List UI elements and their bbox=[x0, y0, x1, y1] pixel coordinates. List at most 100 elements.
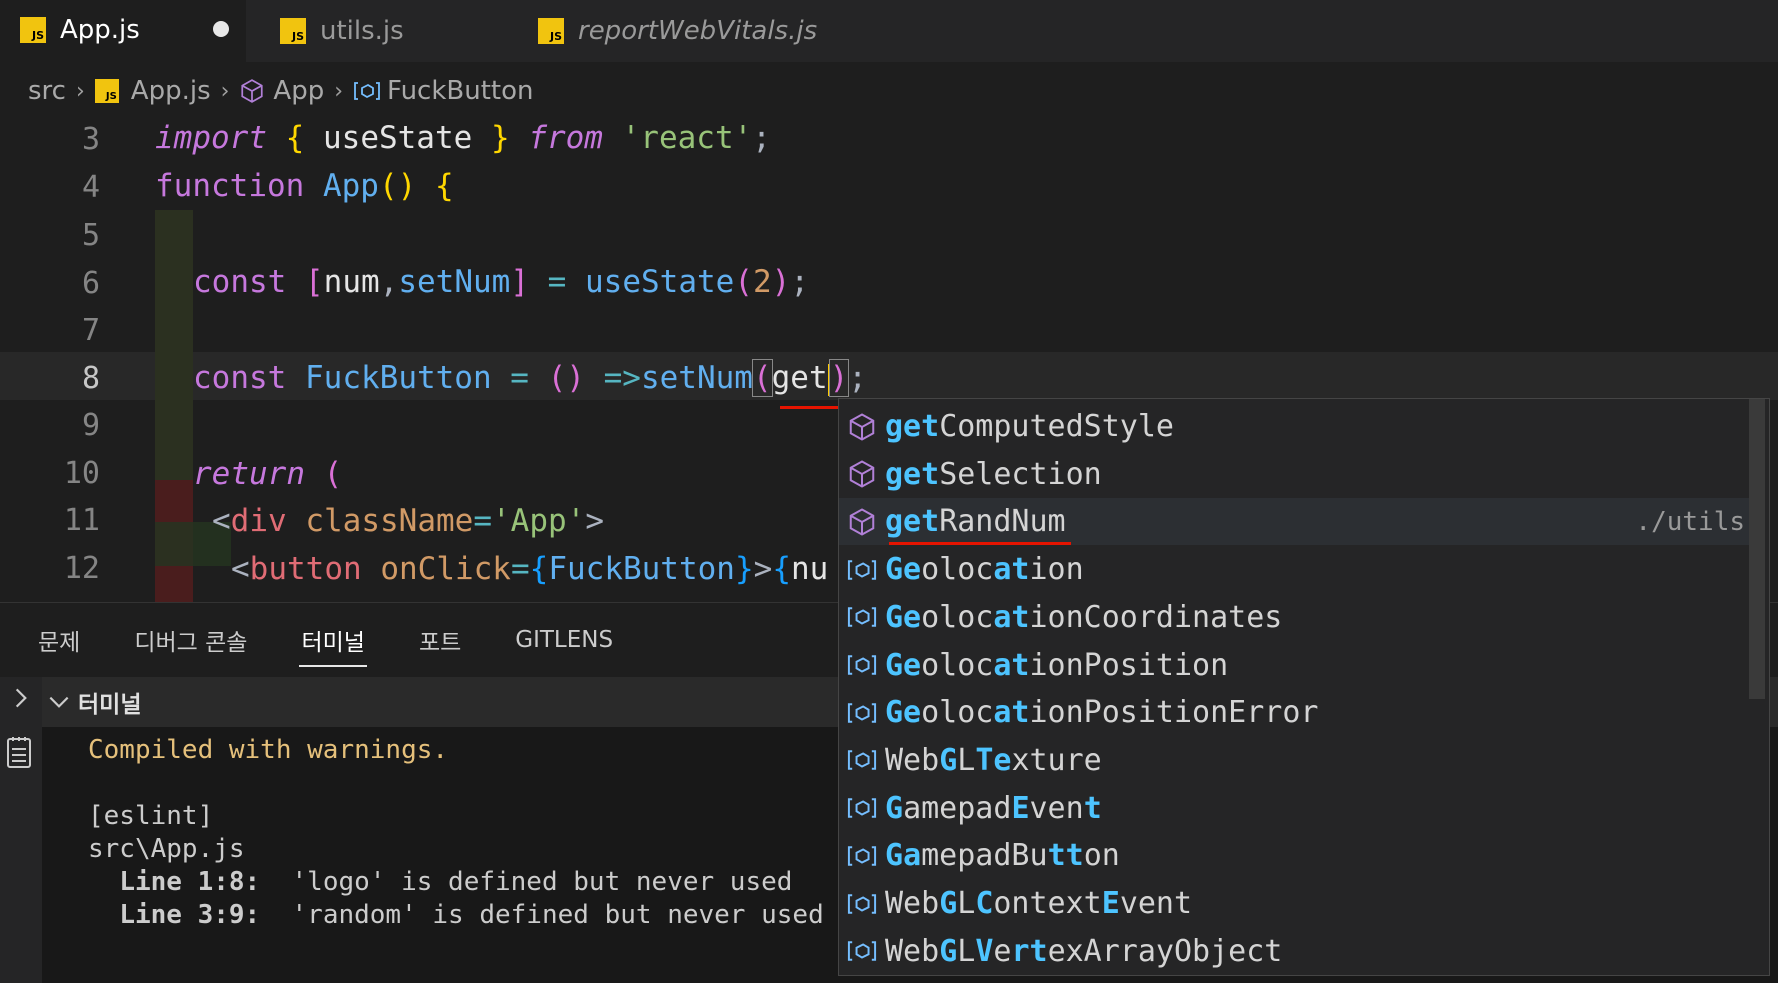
suggestion-item[interactable]: WebGLVertexArrayObject bbox=[839, 928, 1749, 975]
punctuation: > bbox=[585, 503, 604, 539]
brace: { bbox=[434, 168, 454, 204]
suggestion-label: GamepadEvent bbox=[885, 790, 1102, 826]
suggestion-label: GeolocationCoordinates bbox=[885, 599, 1283, 635]
code-line-10: return ( bbox=[193, 456, 342, 492]
terminal-line: Line 1:8: 'logo' is defined but never us… bbox=[88, 867, 792, 897]
error-squiggle bbox=[780, 406, 842, 409]
js-file-icon: JS bbox=[280, 18, 306, 44]
chevron-right-icon[interactable] bbox=[8, 685, 34, 711]
paren: ( bbox=[734, 264, 753, 300]
variable-icon bbox=[845, 887, 879, 921]
code-line-4: function App() { bbox=[155, 168, 454, 204]
suggestion-label: getSelection bbox=[885, 456, 1102, 492]
warning-location: Line 3:9: bbox=[119, 900, 261, 930]
tab-utils-js[interactable]: JS utils.js bbox=[280, 0, 500, 62]
identifier: num bbox=[323, 264, 380, 300]
suggestion-item[interactable]: GeolocationPosition bbox=[839, 642, 1749, 689]
chevron-down-icon[interactable] bbox=[46, 689, 72, 715]
operator: = bbox=[473, 503, 492, 539]
identifier: App bbox=[322, 168, 379, 204]
tab-problems[interactable]: 문제 bbox=[36, 613, 82, 667]
suggestion-item[interactable]: GeolocationCoordinates bbox=[839, 594, 1749, 641]
breadcrumb-symbol-fuckbutton[interactable]: FuckButton bbox=[387, 76, 533, 106]
variable-icon bbox=[845, 553, 879, 587]
suggestion-label: getRandNum bbox=[885, 504, 1066, 540]
chevron-right-icon: › bbox=[220, 78, 230, 104]
line-number: 11 bbox=[63, 503, 100, 538]
paren: ) bbox=[771, 264, 791, 300]
tab-gitlens[interactable]: GITLENS bbox=[513, 617, 615, 663]
suggestion-label: WebGLContextEvent bbox=[885, 886, 1193, 921]
terminal-list-icon[interactable] bbox=[4, 735, 34, 771]
variable-icon bbox=[845, 934, 879, 968]
cube-icon bbox=[845, 410, 879, 444]
line-number: 5 bbox=[81, 218, 100, 253]
cube-icon bbox=[241, 79, 264, 103]
js-file-icon: JS bbox=[538, 18, 564, 44]
breadcrumb-file[interactable]: App.js bbox=[131, 76, 211, 106]
variable-icon bbox=[845, 839, 879, 873]
suggestion-item[interactable]: getComputedStyle bbox=[839, 403, 1749, 450]
operator: = bbox=[491, 360, 548, 396]
suggestion-label: WebGLVertexArrayObject bbox=[885, 933, 1283, 969]
suggestion-label: getComputedStyle bbox=[885, 409, 1174, 444]
terminal-line: Line 3:9: 'random' is defined but never … bbox=[88, 900, 823, 930]
suggestion-item[interactable]: WebGLContextEvent bbox=[839, 880, 1749, 927]
operator: = bbox=[510, 551, 530, 587]
suggestion-label: Geolocation bbox=[885, 552, 1084, 588]
line-number: 6 bbox=[81, 266, 100, 301]
tab-debug-console[interactable]: 디버그 콘솔 bbox=[132, 613, 249, 667]
suggestion-label: GeolocationPositionError bbox=[885, 695, 1319, 731]
punctuation: ; bbox=[752, 120, 771, 156]
bracket: ] bbox=[510, 264, 529, 300]
line-number: 10 bbox=[63, 456, 100, 491]
suggestion-item[interactable]: GamepadButton bbox=[839, 832, 1749, 879]
identifier: nu bbox=[790, 551, 829, 587]
line-number: 9 bbox=[81, 408, 100, 443]
operator: = bbox=[529, 264, 585, 300]
suggestion-item[interactable]: getRandNum ./utils bbox=[839, 498, 1749, 546]
terminal-line: [eslint] bbox=[88, 801, 214, 831]
breadcrumb-symbol-app[interactable]: App bbox=[273, 76, 324, 106]
breadcrumb-folder[interactable]: src bbox=[28, 76, 66, 106]
line-number: 12 bbox=[63, 551, 100, 586]
suggestion-item[interactable]: Geolocation bbox=[839, 546, 1749, 593]
brace: } bbox=[490, 120, 510, 156]
suggestion-item[interactable]: GeolocationPositionError bbox=[839, 689, 1749, 736]
unsaved-dot-icon[interactable] bbox=[213, 21, 229, 37]
autocomplete-suggestions[interactable]: getComputedStyle getSelection getRandNum ./… bbox=[838, 398, 1770, 976]
suggestion-item[interactable]: getSelection bbox=[839, 451, 1749, 498]
string: 'react' bbox=[621, 120, 753, 156]
punctuation: < bbox=[231, 551, 250, 587]
suggestion-item[interactable]: WebGLTexture bbox=[839, 737, 1749, 784]
scrollbar[interactable] bbox=[1749, 399, 1765, 699]
identifier: useState bbox=[304, 120, 491, 156]
string: 'App' bbox=[492, 503, 586, 539]
variable-icon bbox=[354, 82, 380, 100]
line-number: 8 bbox=[81, 361, 100, 396]
editor-tab-bar: JS App.js JS utils.js JS reportWebVitals… bbox=[0, 0, 1778, 62]
chevron-right-icon: › bbox=[334, 78, 344, 104]
breadcrumb: src › JS App.js › App › FuckButton bbox=[0, 62, 1778, 120]
punctuation: < bbox=[212, 503, 231, 539]
code-line-12: <button onClick={FuckButton}>{nu bbox=[231, 551, 828, 587]
terminal-line: Compiled with warnings. bbox=[88, 735, 449, 765]
paren: ( bbox=[323, 456, 343, 492]
indent-guide bbox=[155, 390, 193, 438]
panel-side-bar bbox=[0, 677, 42, 983]
brace: } bbox=[734, 551, 754, 587]
suggestion-label: GamepadButton bbox=[885, 838, 1120, 874]
keyword: return bbox=[193, 456, 305, 492]
js-file-icon: JS bbox=[94, 79, 119, 103]
tab-label: App.js bbox=[60, 15, 140, 45]
tab-terminal[interactable]: 터미널 bbox=[299, 613, 368, 667]
terminal-line: src\App.js bbox=[88, 834, 245, 864]
tab-ports[interactable]: 포트 bbox=[417, 613, 463, 667]
suggestion-label: WebGLTexture bbox=[885, 742, 1102, 778]
paren: () bbox=[547, 360, 585, 396]
tab-report-web-vitals-js[interactable]: JS reportWebVitals.js bbox=[538, 0, 838, 62]
brace: { bbox=[772, 551, 791, 587]
indent-guide-error bbox=[155, 566, 193, 602]
tab-app-js[interactable]: JS App.js bbox=[0, 0, 246, 62]
suggestion-item[interactable]: GamepadEvent bbox=[839, 785, 1749, 832]
